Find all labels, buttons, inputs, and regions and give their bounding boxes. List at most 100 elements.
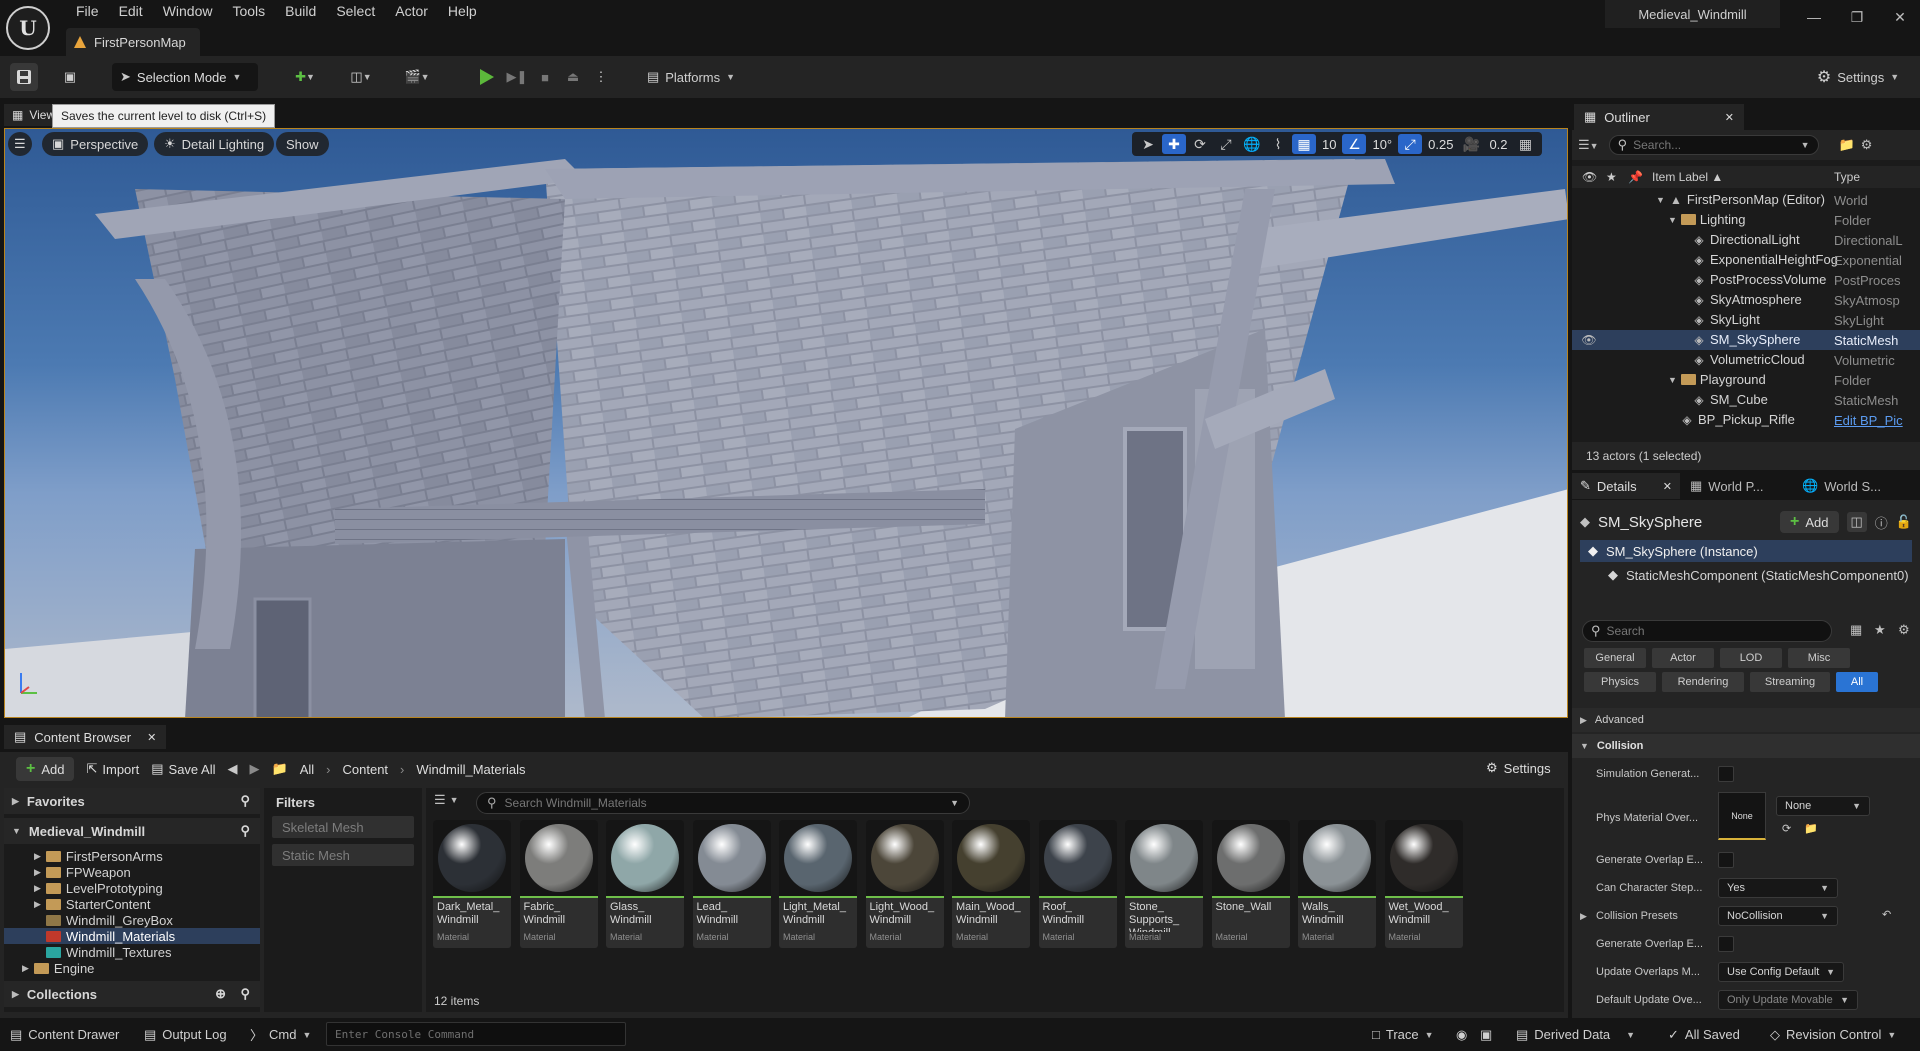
collision-presets-dropdown[interactable]: NoCollision ▼ bbox=[1718, 906, 1838, 926]
expand-chevron-icon[interactable]: ▼ bbox=[1668, 375, 1677, 385]
world-partition-tab[interactable]: ▦ World P... bbox=[1682, 473, 1792, 499]
details-tab[interactable]: ✎ Details ✕ bbox=[1572, 473, 1680, 499]
sim-gen-checkbox[interactable] bbox=[1718, 766, 1734, 782]
favorites-header[interactable]: ▶ Favorites ⚲ bbox=[4, 788, 260, 814]
outliner-row[interactable]: ◈ SkyAtmosphere SkyAtmosp bbox=[1572, 290, 1920, 310]
static-mesh-component-row[interactable]: ◆ StaticMeshComponent (StaticMeshCompone… bbox=[1608, 564, 1920, 586]
select-tool-icon[interactable]: ➤ bbox=[1136, 134, 1160, 154]
new-folder-icon[interactable]: 📁 bbox=[1839, 137, 1855, 153]
outliner-row[interactable]: ◈ VolumetricCloud Volumetric bbox=[1572, 350, 1920, 370]
content-browser-tab[interactable]: ▤ Content Browser ✕ bbox=[4, 725, 167, 749]
save-icon[interactable] bbox=[10, 63, 38, 91]
gen-overlap2-checkbox[interactable] bbox=[1718, 936, 1734, 952]
add-collection-icon[interactable]: ⊕ bbox=[215, 986, 226, 1002]
grid-snap-icon[interactable]: ▦ bbox=[1292, 134, 1316, 154]
world-settings-tab[interactable]: 🌐 World S... bbox=[1794, 473, 1904, 499]
lock-icon[interactable]: 🔓 bbox=[1896, 514, 1912, 530]
asset-tile[interactable]: Walls_ Windmill Material bbox=[1298, 820, 1376, 948]
category-physics[interactable]: Physics bbox=[1584, 672, 1656, 692]
outliner-row[interactable]: ◈ BP_Pickup_Rifle Edit BP_Pic bbox=[1572, 410, 1920, 430]
show-button[interactable]: Show bbox=[276, 132, 329, 156]
component-instance-row[interactable]: ◆ SM_SkySphere (Instance) bbox=[1580, 540, 1912, 562]
cmd-dropdown[interactable]: 〉 Cmd ▼ bbox=[250, 1018, 311, 1051]
close-tab-icon[interactable]: ✕ bbox=[147, 731, 156, 744]
outliner-search[interactable]: ⚲ Search... ▼ bbox=[1608, 135, 1819, 155]
revision-control-dropdown[interactable]: ◇ Revision Control ▼ bbox=[1770, 1018, 1896, 1051]
category-misc[interactable]: Misc bbox=[1788, 648, 1850, 668]
filter-static-mesh[interactable]: Static Mesh bbox=[272, 844, 414, 866]
asset-tile[interactable]: Stone_Wall Material bbox=[1211, 820, 1290, 948]
col-type[interactable]: Type bbox=[1834, 170, 1860, 184]
tree-folder-selected[interactable]: Windmill_Materials bbox=[4, 928, 260, 944]
asset-tile[interactable]: Wet_Wood_ Windmill Material bbox=[1384, 820, 1463, 948]
table-view-icon[interactable]: ▦ bbox=[1850, 622, 1862, 638]
tree-folder[interactable]: Windmill_Textures bbox=[4, 944, 260, 960]
asset-tile[interactable]: Main_Wood_ Windmill Material bbox=[952, 820, 1030, 948]
filter-dropdown[interactable]: ☰ ▼ bbox=[434, 792, 459, 808]
asset-tile[interactable]: Fabric_ Windmill Material bbox=[519, 820, 598, 948]
project-root-header[interactable]: ▼ Medieval_Windmill ⚲ bbox=[4, 818, 260, 844]
output-log-button[interactable]: ▤ Output Log bbox=[144, 1018, 227, 1051]
settings-button[interactable]: ⚙ Settings ▼ bbox=[1808, 63, 1908, 91]
tree-folder[interactable]: ▶ FPWeapon bbox=[4, 864, 260, 880]
breadcrumb-windmill-materials[interactable]: Windmill_Materials bbox=[416, 762, 525, 777]
can-step-dropdown[interactable]: Yes ▼ bbox=[1718, 878, 1838, 898]
translate-tool-icon[interactable]: ✚ bbox=[1162, 134, 1186, 154]
history-back-icon[interactable]: ◀ bbox=[228, 761, 238, 777]
close-icon[interactable]: ✕ bbox=[1885, 6, 1915, 28]
advance-frame-icon[interactable]: ▶❚ bbox=[504, 63, 530, 91]
stop-icon[interactable]: ■ bbox=[532, 63, 558, 91]
gear-icon[interactable]: ⚙ bbox=[1861, 137, 1873, 153]
content-drawer-button[interactable]: ▤ Content Drawer bbox=[10, 1018, 119, 1051]
scale-snap-value[interactable]: 0.25 bbox=[1424, 137, 1457, 152]
eject-icon[interactable]: ⏏ bbox=[560, 63, 586, 91]
tree-folder[interactable]: ▶ FirstPersonArms bbox=[4, 848, 260, 864]
asset-search[interactable]: ⚲ Search Windmill_Materials ▼ bbox=[476, 792, 970, 814]
category-streaming[interactable]: Streaming bbox=[1750, 672, 1830, 692]
pin-icon[interactable]: 📌 bbox=[1628, 170, 1643, 184]
asset-tile[interactable]: Light_Metal_ Windmill Material bbox=[779, 820, 857, 948]
advanced-section[interactable]: ▶ Advanced bbox=[1572, 708, 1920, 732]
add-component-button[interactable]: + Add bbox=[1780, 511, 1839, 533]
filter-skeletal-mesh[interactable]: Skeletal Mesh bbox=[272, 816, 414, 838]
category-actor[interactable]: Actor bbox=[1652, 648, 1714, 668]
level-viewport[interactable] bbox=[4, 128, 1568, 718]
default-update-dropdown[interactable]: Only Update Movable ▼ bbox=[1718, 990, 1858, 1010]
outliner-row[interactable]: ▼ ▲ FirstPersonMap (Editor) World bbox=[1572, 190, 1920, 210]
grid-snap-value[interactable]: 10 bbox=[1318, 137, 1340, 152]
breadcrumb-all[interactable]: All bbox=[300, 762, 314, 777]
help-icon[interactable]: ⓘ bbox=[1875, 513, 1888, 532]
asset-tile[interactable]: Stone_ Supports_ WindmillMaterial bbox=[1125, 820, 1203, 948]
reset-icon[interactable]: ↶ bbox=[1882, 908, 1891, 921]
outliner-row[interactable]: ◈ ExponentialHeightFog Exponential bbox=[1572, 250, 1920, 270]
selection-mode-dropdown[interactable]: ➤ Selection Mode ▼ bbox=[112, 63, 258, 91]
menu-select[interactable]: Select bbox=[326, 3, 385, 19]
menu-edit[interactable]: Edit bbox=[109, 3, 153, 19]
all-saved-status[interactable]: ✓ All Saved bbox=[1668, 1018, 1740, 1051]
menu-build[interactable]: Build bbox=[275, 3, 326, 19]
collision-section[interactable]: ▼ Collision bbox=[1572, 734, 1920, 758]
visibility-icon[interactable]: 👁 bbox=[1582, 170, 1597, 184]
rotation-snap-value[interactable]: 10° bbox=[1368, 137, 1396, 152]
tree-folder[interactable]: Windmill_GreyBox bbox=[4, 912, 260, 928]
menu-actor[interactable]: Actor bbox=[385, 3, 438, 19]
outliner-row[interactable]: ◈ SkyLight SkyLight bbox=[1572, 310, 1920, 330]
record-icon[interactable]: ◉ bbox=[1456, 1018, 1467, 1051]
close-tab-icon[interactable]: ✕ bbox=[1663, 480, 1672, 493]
perspective-button[interactable]: ▣ Perspective bbox=[42, 132, 149, 156]
details-search[interactable]: ⚲ Search bbox=[1582, 620, 1832, 642]
outliner-row[interactable]: ▼ Lighting Folder bbox=[1572, 210, 1920, 230]
outliner-row[interactable]: 👁 ◈ SM_SkySphere StaticMesh bbox=[1572, 330, 1920, 350]
outliner-row[interactable]: ◈ DirectionalLight DirectionalL bbox=[1572, 230, 1920, 250]
trace-dropdown[interactable]: □ Trace ▼ bbox=[1372, 1018, 1434, 1051]
import-button[interactable]: ⇱ Import bbox=[86, 761, 139, 777]
scale-snap-icon[interactable]: ⤢ bbox=[1398, 134, 1423, 154]
unreal-logo-icon[interactable]: U bbox=[6, 6, 50, 50]
tree-folder-engine[interactable]: ▶ Engine bbox=[4, 960, 260, 976]
play-options-icon[interactable]: ⋮ bbox=[588, 63, 614, 91]
tree-folder[interactable]: ▶ LevelPrototyping bbox=[4, 880, 260, 896]
rotation-snap-icon[interactable]: ∠ bbox=[1342, 134, 1367, 154]
asset-tile[interactable]: Light_Wood_ Windmill Material bbox=[865, 820, 944, 948]
derived-data-dropdown[interactable]: ▤ Derived Data ▼ bbox=[1516, 1018, 1635, 1051]
star-icon[interactable]: ★ bbox=[1874, 622, 1886, 638]
